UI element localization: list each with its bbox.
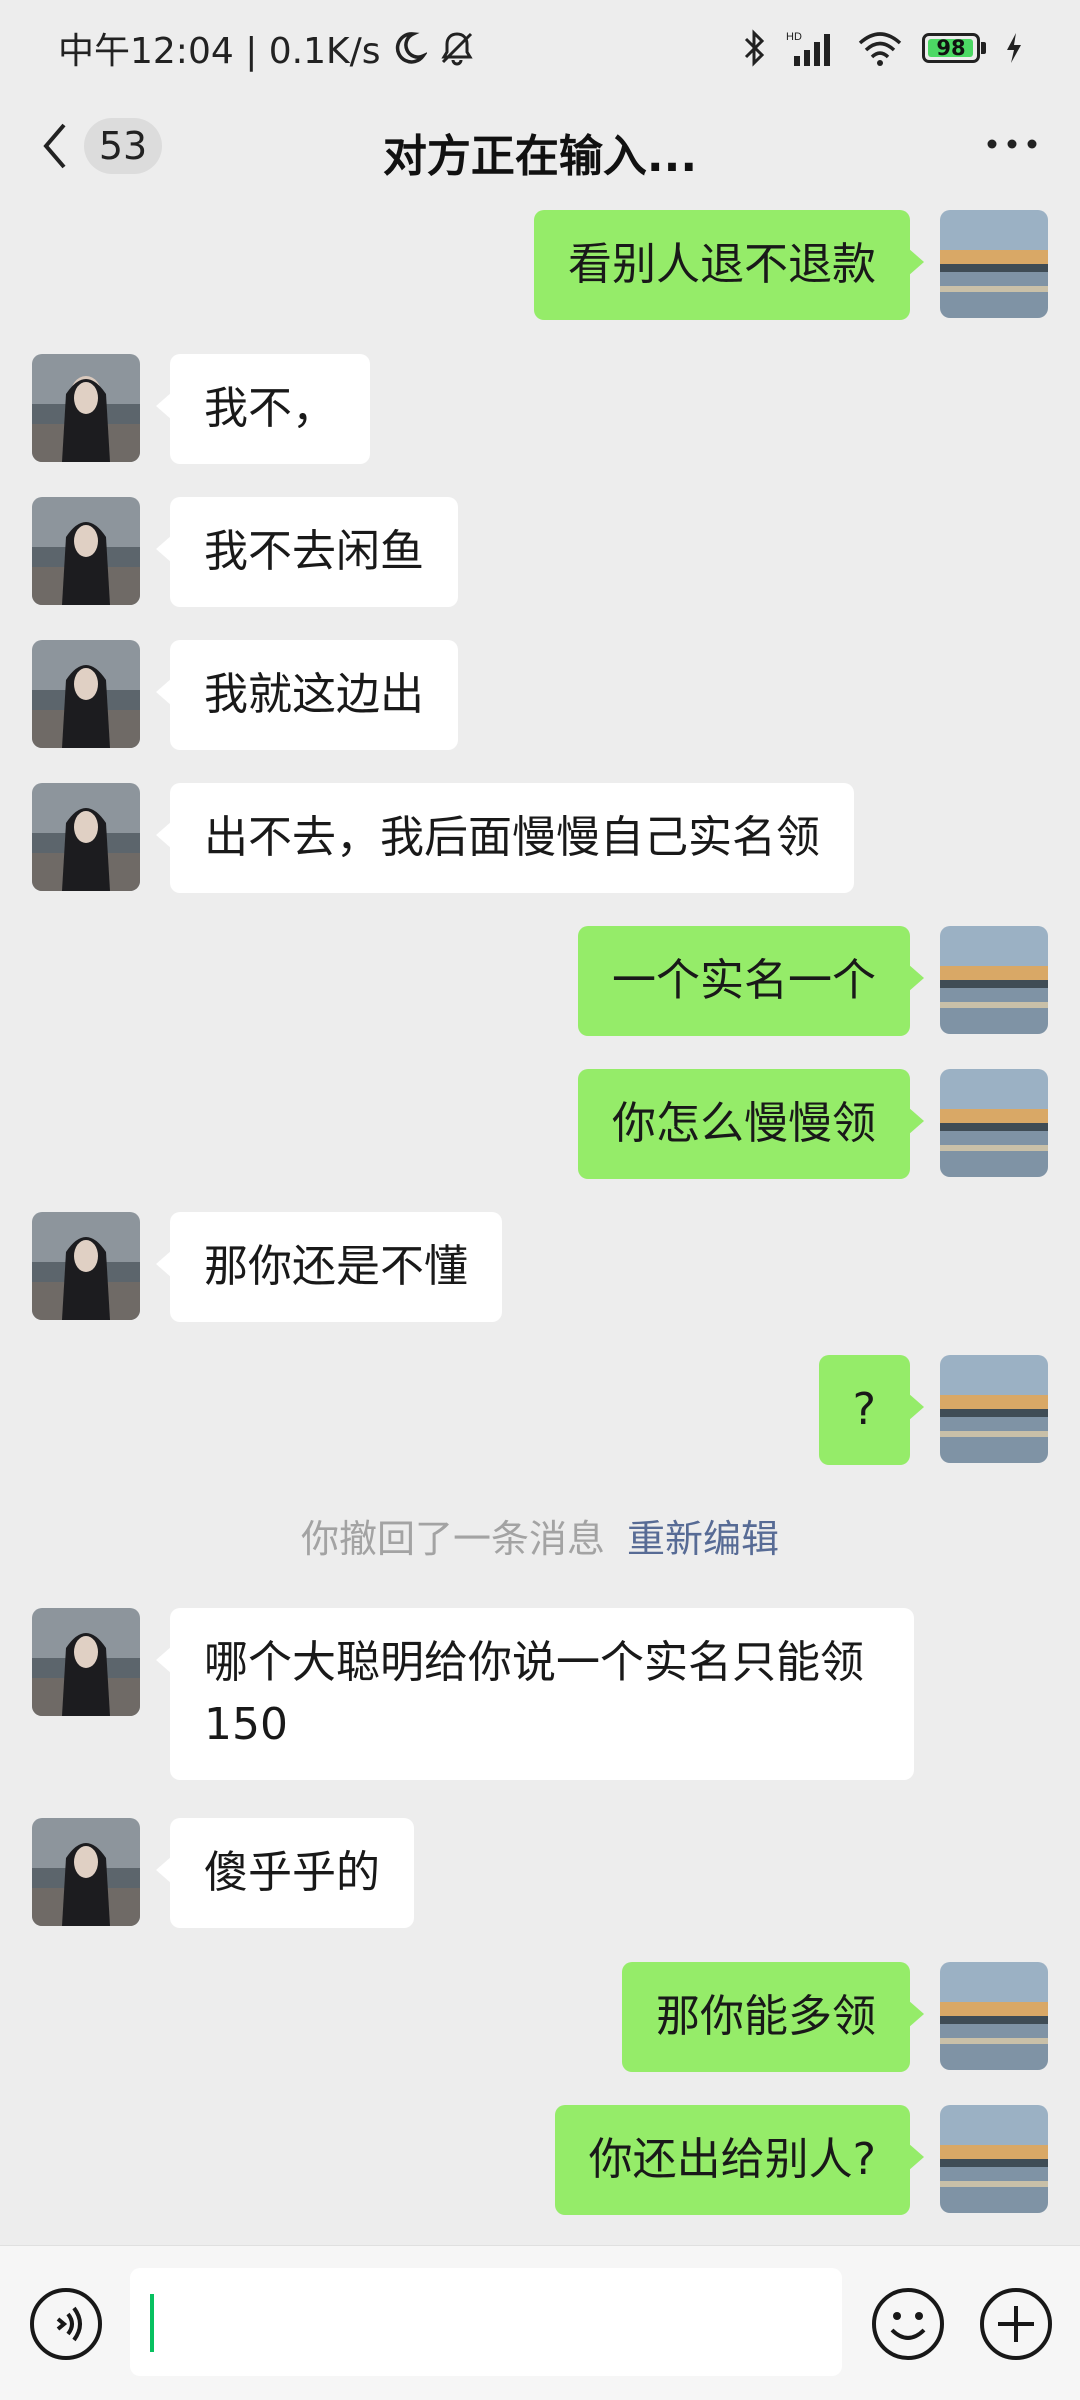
contact-avatar[interactable] xyxy=(32,1212,140,1320)
my-avatar[interactable] xyxy=(940,2105,1048,2213)
my-avatar[interactable] xyxy=(940,926,1048,1034)
message-row: ? xyxy=(818,1355,1048,1465)
sent-message-bubble[interactable]: 你还出给别人? xyxy=(554,2105,925,2215)
my-avatar[interactable] xyxy=(940,210,1048,318)
message-row: 你怎么慢慢领 xyxy=(578,1069,1048,1179)
my-avatar[interactable] xyxy=(940,1069,1048,1177)
message-row: 那你还是不懂 xyxy=(32,1212,502,1322)
contact-avatar[interactable] xyxy=(32,783,140,891)
message-row: 我不， xyxy=(32,354,370,464)
message-row: 一个实名一个 xyxy=(578,926,1048,1036)
received-message-bubble[interactable]: 我就这边出 xyxy=(156,640,458,750)
contact-avatar[interactable] xyxy=(32,1608,140,1716)
bluetooth-icon xyxy=(744,29,765,67)
signal-icon: HD xyxy=(786,31,830,66)
message-row: 看别人退不退款 xyxy=(534,210,1048,320)
svg-text:HD: HD xyxy=(786,31,802,43)
sent-message-bubble[interactable]: ? xyxy=(818,1355,925,1465)
sent-message-bubble[interactable]: 你怎么慢慢领 xyxy=(578,1069,924,1179)
more-functions-button[interactable] xyxy=(978,2286,1054,2366)
message-input[interactable] xyxy=(130,2268,842,2376)
received-message-bubble[interactable]: 我不去闲鱼 xyxy=(156,497,458,607)
battery-level: 98 xyxy=(936,36,966,60)
recall-notice-text: 你撤回了一条消息 xyxy=(300,1517,605,1561)
sent-message-bubble[interactable]: 那你能多领 xyxy=(622,1962,924,2072)
more-options-button[interactable] xyxy=(984,124,1040,168)
my-avatar[interactable] xyxy=(940,1355,1048,1463)
charging-icon xyxy=(1007,33,1021,63)
status-right: HD 98 xyxy=(742,28,1024,68)
status-left: 中午12:04 | 0.1K/s xyxy=(58,22,477,74)
battery-indicator: 98 xyxy=(922,33,986,63)
message-row: 我不去闲鱼 xyxy=(32,497,458,607)
message-row: 你还出给别人? xyxy=(554,2105,1048,2215)
contact-avatar[interactable] xyxy=(32,354,140,462)
contact-avatar[interactable] xyxy=(32,1818,140,1926)
message-row: 我就这边出 xyxy=(32,640,458,750)
voice-button[interactable] xyxy=(28,2286,104,2366)
received-message-bubble[interactable]: 我不， xyxy=(156,354,370,464)
message-row: 那你能多领 xyxy=(622,1962,1048,2072)
emoji-button[interactable] xyxy=(870,2286,946,2366)
chat-header: 53 对方正在输入... xyxy=(0,96,1080,196)
wifi-icon xyxy=(858,32,902,66)
received-message-bubble[interactable]: 哪个大聪明给你说一个实名只能领150 xyxy=(156,1608,914,1780)
message-row: 哪个大聪明给你说一个实名只能领150 xyxy=(32,1608,914,1780)
voice-icon xyxy=(30,2288,102,2360)
status-time-and-speed: 中午12:04 | 0.1K/s xyxy=(58,31,381,72)
re-edit-link[interactable]: 重新编辑 xyxy=(627,1517,779,1561)
message-row: 出不去，我后面慢慢自己实名领 xyxy=(32,783,854,893)
text-cursor xyxy=(150,2294,154,2352)
status-bar: 中午12:04 | 0.1K/s HD 98 xyxy=(0,0,1080,96)
received-message-bubble[interactable]: 出不去，我后面慢慢自己实名领 xyxy=(156,783,854,893)
more-dots-icon xyxy=(987,139,1037,149)
mute-bell-icon xyxy=(440,32,473,66)
my-avatar[interactable] xyxy=(940,1962,1048,2070)
contact-avatar[interactable] xyxy=(32,497,140,605)
sent-message-bubble[interactable]: 一个实名一个 xyxy=(578,926,924,1036)
contact-avatar[interactable] xyxy=(32,640,140,748)
sent-message-bubble[interactable]: 看别人退不退款 xyxy=(534,210,924,320)
chat-input-bar xyxy=(0,2245,1080,2400)
moon-icon xyxy=(395,32,427,64)
plus-icon xyxy=(980,2288,1052,2360)
received-message-bubble[interactable]: 那你还是不懂 xyxy=(156,1212,502,1322)
recall-notice: 你撤回了一条消息 重新编辑 xyxy=(0,1508,1080,1563)
chat-title: 对方正在输入... xyxy=(382,131,698,182)
emoji-icon xyxy=(872,2288,944,2360)
message-row: 傻乎乎的 xyxy=(32,1818,414,1928)
received-message-bubble[interactable]: 傻乎乎的 xyxy=(156,1818,414,1928)
